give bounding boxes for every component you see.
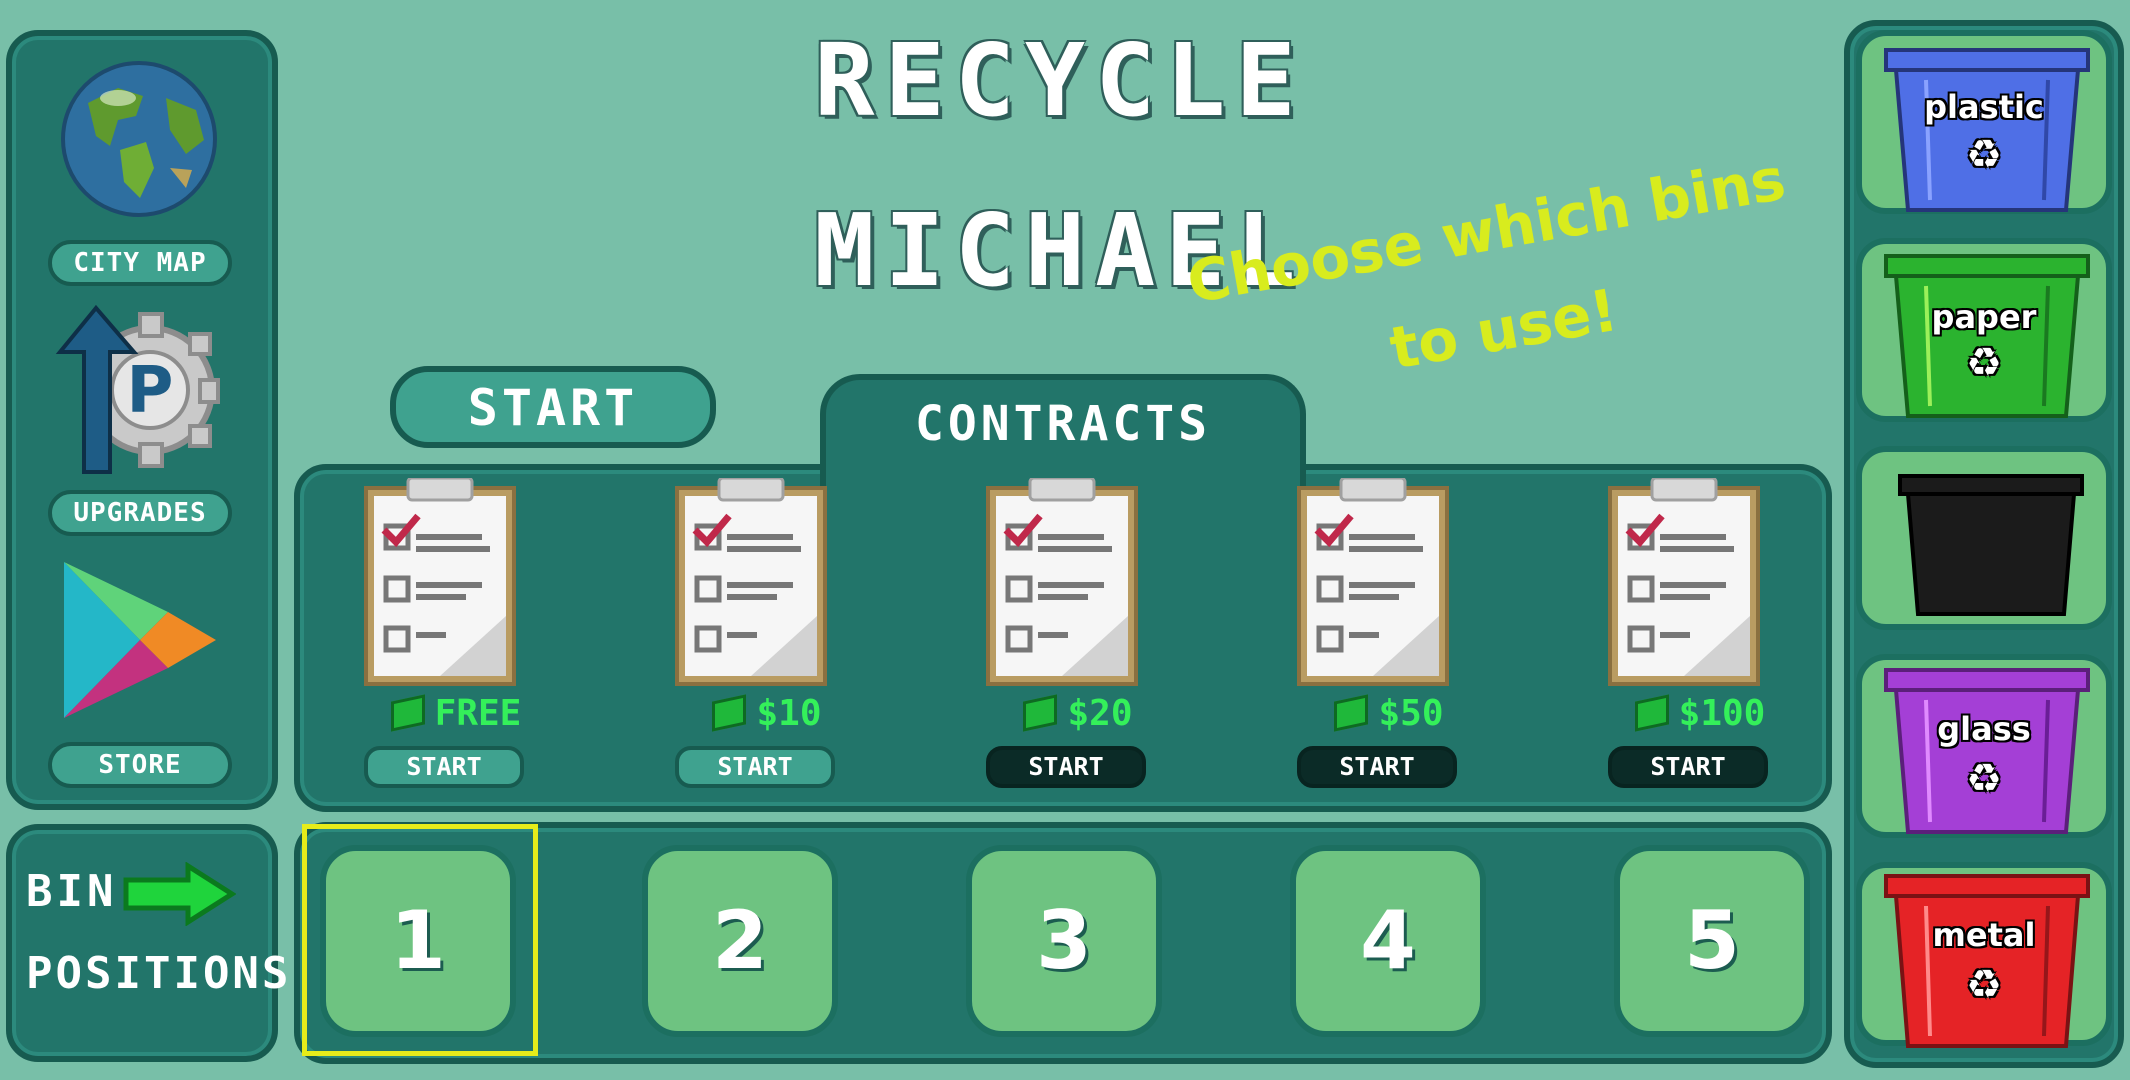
- bin-plastic[interactable]: plastic ♻: [1856, 30, 2112, 214]
- contracts-tab-label: CONTRACTS: [914, 396, 1212, 452]
- contract-item-20[interactable]: $20 START: [978, 478, 1178, 808]
- clipboard-icon: [1297, 478, 1449, 686]
- bin-label: plastic: [1924, 88, 2044, 126]
- bin-slot-1[interactable]: 1: [320, 845, 516, 1037]
- bin-slot-5[interactable]: 5: [1614, 845, 1810, 1037]
- clipboard-icon: [1608, 478, 1760, 686]
- bin-icon: [1884, 48, 2090, 212]
- arrow-right-icon: [122, 861, 237, 927]
- game-title-line1: RECYCLE: [814, 22, 1306, 139]
- contract-start-button[interactable]: START: [675, 746, 835, 788]
- contract-item-free[interactable]: FREE START: [356, 478, 556, 808]
- bin-slot-3[interactable]: 3: [966, 845, 1162, 1037]
- contract-start-button[interactable]: START: [1608, 746, 1768, 788]
- bin-black[interactable]: [1856, 446, 2112, 630]
- contract-price: $100: [1678, 692, 1766, 734]
- bin-glass[interactable]: glass ♻: [1856, 654, 2112, 838]
- svg-text:P: P: [127, 354, 174, 428]
- clipboard-icon: [986, 478, 1138, 686]
- bin-metal[interactable]: metal ♻: [1856, 862, 2112, 1048]
- clipboard-icon: [675, 478, 827, 686]
- recycle-icon: ♻: [1966, 340, 2002, 386]
- store-play-icon[interactable]: [60, 560, 220, 720]
- bin-positions-label-line2: POSITIONS: [26, 948, 292, 999]
- money-cube-icon: [1334, 694, 1369, 732]
- store-button[interactable]: STORE: [48, 742, 232, 788]
- money-cube-icon: [1634, 694, 1669, 732]
- recycle-icon: ♻: [1966, 962, 2002, 1008]
- bin-positions-panel: [6, 824, 278, 1062]
- contract-start-button[interactable]: START: [364, 746, 524, 788]
- recycle-icon: ♻: [1966, 132, 2002, 178]
- contract-item-50[interactable]: $50 START: [1289, 478, 1489, 808]
- contract-price: $10: [756, 692, 822, 734]
- upgrades-icon[interactable]: P: [50, 300, 220, 480]
- money-cube-icon: [712, 694, 747, 732]
- bin-label: glass: [1937, 710, 2031, 748]
- start-button[interactable]: START: [390, 366, 716, 448]
- contract-start-button[interactable]: START: [1297, 746, 1457, 788]
- recycle-icon: ♻: [1966, 756, 2002, 802]
- bin-label: paper: [1931, 298, 2037, 336]
- contract-price: $50: [1378, 692, 1444, 734]
- contract-price: $20: [1067, 692, 1133, 734]
- upgrades-button[interactable]: UPGRADES: [48, 490, 232, 536]
- bin-paper[interactable]: paper ♻: [1856, 238, 2112, 422]
- bin-label: metal: [1932, 916, 2036, 954]
- bin-slot-2[interactable]: 2: [642, 845, 838, 1037]
- clipboard-icon: [364, 478, 516, 686]
- bin-icon: [1898, 474, 2084, 616]
- globe-icon[interactable]: [58, 58, 220, 220]
- city-map-button[interactable]: CITY MAP: [48, 240, 232, 286]
- contract-start-button[interactable]: START: [986, 746, 1146, 788]
- contract-price: FREE: [434, 692, 522, 734]
- bin-positions-label-line1: BIN: [26, 866, 118, 917]
- contract-item-100[interactable]: $100 START: [1600, 478, 1800, 808]
- bin-icon: [1884, 668, 2090, 834]
- bin-icon: [1884, 874, 2090, 1048]
- money-cube-icon: [390, 694, 425, 732]
- bin-slot-4[interactable]: 4: [1290, 845, 1486, 1037]
- money-cube-icon: [1023, 694, 1058, 732]
- contract-item-10[interactable]: $10 START: [667, 478, 867, 808]
